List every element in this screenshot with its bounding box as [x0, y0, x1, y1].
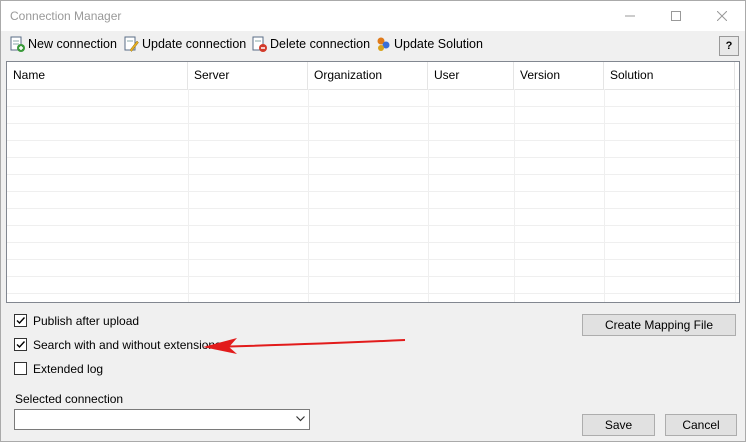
- minimize-icon: [625, 15, 635, 17]
- edit-document-icon: [124, 36, 139, 52]
- grid-row-line: [7, 140, 739, 141]
- selected-connection-combobox[interactable]: [14, 409, 310, 430]
- column-header-server[interactable]: Server: [188, 62, 308, 89]
- grid-row-line: [7, 123, 739, 124]
- grid-divider: [428, 89, 429, 302]
- new-connection-button[interactable]: New connection: [9, 35, 117, 53]
- extended-log-checkbox[interactable]: [14, 362, 27, 375]
- publish-after-upload-checkbox[interactable]: [14, 314, 27, 327]
- chevron-down-icon: [296, 416, 305, 422]
- delete-connection-button[interactable]: Delete connection: [251, 35, 370, 53]
- connection-manager-window: Connection Manager New connection Update…: [0, 0, 746, 442]
- search-extensions-checkbox[interactable]: [14, 338, 27, 351]
- publish-after-upload-label: Publish after upload: [33, 314, 140, 328]
- column-header-name[interactable]: Name: [7, 62, 188, 89]
- close-button[interactable]: [699, 1, 745, 31]
- new-connection-label: New connection: [28, 37, 117, 51]
- update-solution-button[interactable]: Update Solution: [375, 35, 483, 53]
- selected-connection-label: Selected connection: [15, 392, 124, 406]
- annotation-arrow: [203, 338, 406, 354]
- new-document-icon: [10, 36, 25, 52]
- grid-row-line: [7, 259, 739, 260]
- update-connection-button[interactable]: Update connection: [123, 35, 246, 53]
- extended-log-label: Extended log: [33, 362, 104, 376]
- grid-row-line: [7, 225, 739, 226]
- delete-document-icon: [252, 36, 267, 52]
- checkmark-icon: [16, 341, 26, 349]
- grid-divider: [308, 89, 309, 302]
- help-button[interactable]: ?: [719, 36, 739, 56]
- grid-divider: [604, 89, 605, 302]
- create-mapping-file-button[interactable]: Create Mapping File: [582, 314, 736, 336]
- column-header-organization[interactable]: Organization: [308, 62, 428, 89]
- update-connection-label: Update connection: [142, 37, 247, 51]
- window-title: Connection Manager: [10, 9, 122, 23]
- column-header-solution[interactable]: Solution: [604, 62, 735, 89]
- minimize-button[interactable]: [607, 1, 653, 31]
- grid-row-line: [7, 276, 739, 277]
- grid-divider: [514, 89, 515, 302]
- toolbar: New connection Update connection Delete …: [1, 31, 745, 57]
- grid-divider: [735, 89, 736, 302]
- grid-row-line: [7, 208, 739, 209]
- close-icon: [717, 11, 727, 21]
- cancel-button[interactable]: Cancel: [665, 414, 737, 436]
- grid-row-line: [7, 106, 739, 107]
- grid-row-line: [7, 174, 739, 175]
- grid-row-line: [7, 157, 739, 158]
- search-extensions-label: Search with and without extensions: [33, 338, 222, 352]
- grid-divider: [188, 89, 189, 302]
- save-button[interactable]: Save: [582, 414, 655, 436]
- grid-row-line: [7, 191, 739, 192]
- maximize-button[interactable]: [653, 1, 699, 31]
- column-header-user[interactable]: User: [428, 62, 514, 89]
- grid-row-line: [7, 293, 739, 294]
- grid-header: Name Server Organization User Version So…: [7, 62, 739, 90]
- grid-row-line: [7, 242, 739, 243]
- delete-connection-label: Delete connection: [270, 37, 371, 51]
- solution-icon: [377, 37, 390, 51]
- title-bar: Connection Manager: [1, 1, 745, 31]
- update-solution-label: Update Solution: [394, 37, 483, 51]
- maximize-icon: [671, 11, 681, 21]
- column-header-version[interactable]: Version: [514, 62, 604, 89]
- connections-grid[interactable]: Name Server Organization User Version So…: [6, 61, 740, 303]
- checkmark-icon: [16, 317, 26, 325]
